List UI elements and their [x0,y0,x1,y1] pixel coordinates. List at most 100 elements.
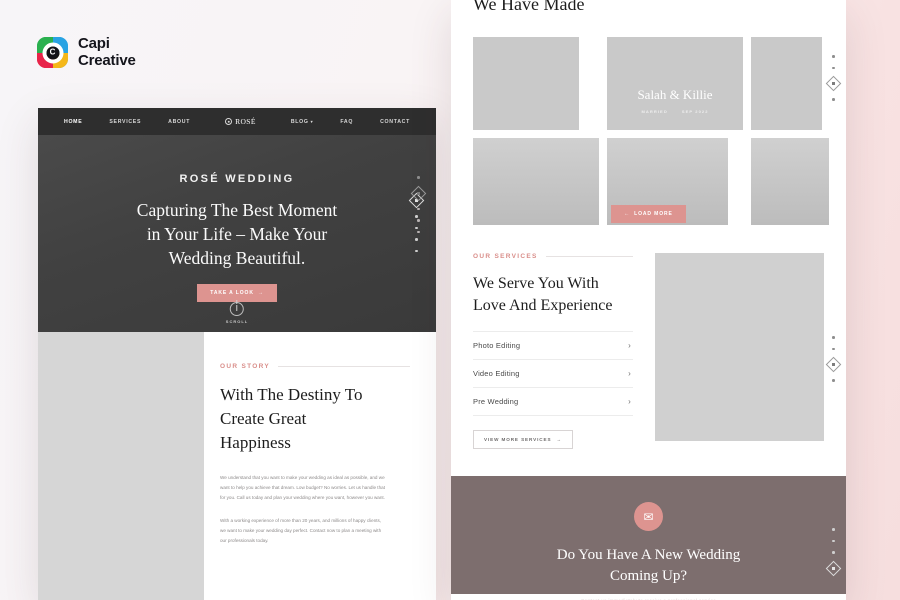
gallery-grid: Salah & Killie MARRIED SEP 2022 [473,37,829,225]
service-item-photo-editing[interactable]: Photo Editing › [473,331,633,359]
couple-date: SEP 2022 [681,109,709,114]
section-dot[interactable] [417,176,420,179]
section-dot[interactable] [832,528,835,531]
divider-line [277,366,410,367]
section-dot[interactable] [832,347,835,350]
section-dot-active[interactable] [825,356,842,373]
navbar-logo-ring-icon [225,118,233,125]
section-dot[interactable] [417,219,420,222]
couple-names: Salah & Killie [637,87,713,102]
hero-kicker: ROSÉ WEDDING [179,173,295,185]
story-eyebrow-row: OUR STORY [220,363,410,370]
story-paragraph-2: With a working experience of more than 2… [220,518,382,543]
nav-link-faq[interactable]: FAQ [340,119,353,125]
left-page-mockup: HOME SERVICES ABOUT ROSÉ BLOG ▾ FAQ CONTA… [38,108,436,600]
services-image-placeholder [655,253,824,441]
services-heading-line1: We Serve You With [473,275,599,292]
story-eyebrow: OUR STORY [220,363,270,370]
chevron-right-icon: › [628,341,631,351]
nav-link-home[interactable]: HOME [64,119,82,125]
cta-section: ✉ Do You Have A New Wedding Coming Up? C… [451,476,846,600]
chevron-down-icon: ▾ [310,118,314,124]
story-paragraph-1: We understand that you want to make your… [220,475,385,501]
couple-meta: MARRIED SEP 2022 [607,109,743,114]
right-rail-dots-middle[interactable] [825,336,842,382]
chevron-right-icon: › [628,397,631,407]
hero-title-line2: in Your Life – Make Your [146,224,328,245]
service-label: Photo Editing [473,341,521,351]
navbar-logo[interactable]: ROSÉ [225,117,256,126]
nav-link-blog-label: BLOG [290,118,309,125]
gallery-thumb[interactable] [473,37,579,130]
scroll-indicator[interactable]: SCROLL [226,302,248,324]
site-navbar: HOME SERVICES ABOUT ROSÉ BLOG ▾ FAQ CONTA… [38,108,436,135]
nav-link-blog[interactable]: BLOG ▾ [291,119,314,125]
section-dot[interactable] [832,551,835,554]
nav-link-about[interactable]: ABOUT [168,119,190,125]
service-label: Pre Wedding [473,397,519,407]
envelope-icon: ✉ [634,502,663,532]
gallery-section: We Have Made Salah & Killie MARRIED SEP … [451,0,846,225]
brand-name: Capi Creative [78,35,136,70]
cta-heading-line1: Do You Have A New Wedding [556,547,741,564]
services-content: OUR SERVICES We Serve You With Love And … [473,253,633,450]
right-rail-dots-top[interactable] [825,55,842,101]
couple-status: MARRIED [641,109,668,114]
gallery-title: We Have Made [473,0,585,14]
story-heading-line2: Create Great [220,409,307,429]
gallery-feature-thumb[interactable]: Salah & Killie MARRIED SEP 2022 [607,37,743,130]
services-heading: We Serve You With Love And Experience [473,273,633,317]
navbar-right-links: BLOG ▾ FAQ CONTACT [291,119,410,125]
load-more-wrapper: ← LOAD MORE [473,205,824,223]
section-dot[interactable] [832,379,835,382]
nav-link-contact[interactable]: CONTACT [380,119,410,125]
navbar-logo-text: ROSÉ [235,117,256,126]
section-dot[interactable] [832,98,835,101]
nav-link-services[interactable]: SERVICES [109,119,141,125]
section-dot[interactable] [832,539,835,542]
services-eyebrow-row: OUR SERVICES [473,253,633,260]
arrow-right-icon: → [556,437,562,443]
take-a-look-label: TAKE A LOOK [210,290,254,297]
service-item-pre-wedding[interactable]: Pre Wedding › [473,387,633,417]
navbar-left-links: HOME SERVICES ABOUT [64,119,190,125]
gallery-column-1 [473,37,599,225]
view-more-services-button[interactable]: VIEW MORE SERVICES → [473,430,573,450]
section-dot[interactable] [417,207,420,210]
gallery-column-2: Salah & Killie MARRIED SEP 2022 [607,37,743,225]
cta-heading-line2: Coming Up? [609,568,688,585]
service-label: Video Editing [473,369,520,379]
section-dot[interactable] [415,238,418,241]
section-dot[interactable] [832,336,835,339]
section-dot[interactable] [417,230,420,233]
section-dot-active[interactable] [825,75,842,92]
cta-heading: Do You Have A New Wedding Coming Up? [471,545,826,587]
service-item-video-editing[interactable]: Video Editing › [473,359,633,387]
gallery-thumb[interactable] [751,37,822,130]
right-page-mockup: We Have Made Salah & Killie MARRIED SEP … [451,0,846,600]
gallery-feature-caption: Salah & Killie MARRIED SEP 2022 [607,87,743,114]
section-dot[interactable] [415,249,418,252]
arrow-right-icon: → [257,290,264,297]
section-dot-active[interactable] [410,185,427,201]
story-image-placeholder [38,332,204,600]
hero-section: ROSÉ WEDDING Capturing The Best Moment i… [38,135,436,332]
scroll-label: SCROLL [225,319,249,324]
story-section-dots[interactable] [410,176,427,233]
brand-name-line1: Capi [78,35,110,52]
story-content: OUR STORY With The Destiny To Create Gre… [204,332,436,600]
section-dot[interactable] [832,55,835,58]
scroll-circle-icon [229,302,244,316]
poster-stage: C Capi Creative HOME SERVICES ABOUT ROSÉ… [0,0,900,600]
load-more-button[interactable]: ← LOAD MORE [611,205,686,223]
section-dot[interactable] [832,66,835,69]
section-dot-active[interactable] [825,560,842,576]
arrow-left-icon: ← [624,211,631,217]
right-rail-dots-bottom[interactable] [825,528,842,576]
chevron-right-icon: › [628,369,631,379]
services-section: OUR SERVICES We Serve You With Love And … [451,223,846,450]
story-heading-line3: Happiness [220,433,291,453]
brand-name-line2: Creative [78,51,136,69]
gallery-column-3 [751,37,829,225]
load-more-label: LOAD MORE [634,211,673,217]
